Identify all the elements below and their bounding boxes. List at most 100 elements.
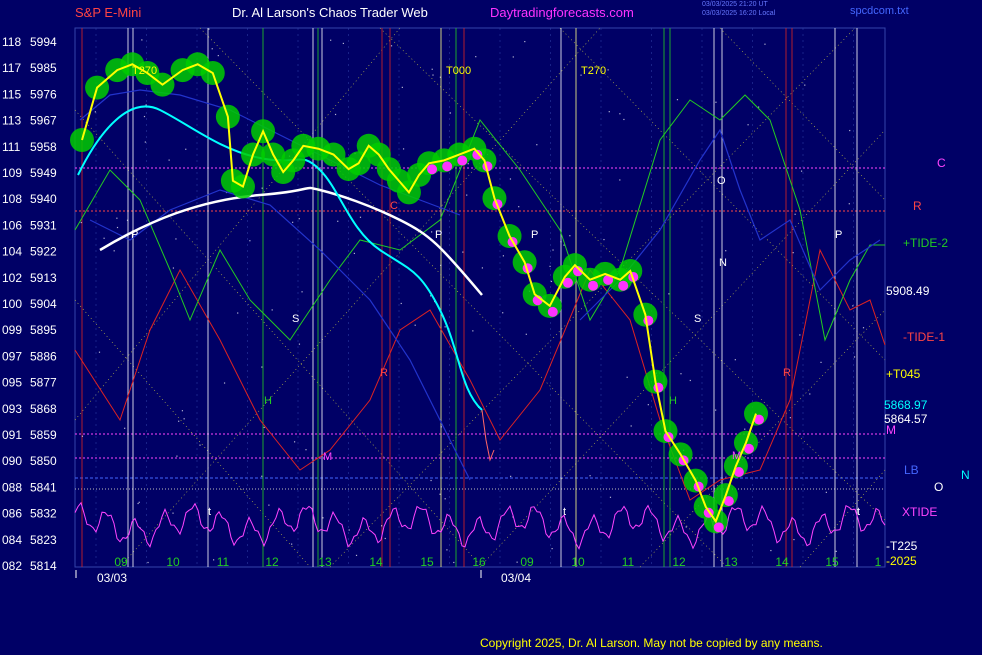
x-hour-tick-label: 12 bbox=[265, 555, 279, 569]
star-dot bbox=[359, 216, 362, 218]
cycle-marker-label: P bbox=[835, 229, 842, 241]
cycle-marker-label: t bbox=[857, 506, 860, 518]
star-dot bbox=[809, 393, 811, 395]
star-dot bbox=[668, 293, 670, 295]
star-dot bbox=[453, 561, 455, 564]
star-dot bbox=[176, 455, 178, 457]
star-dot bbox=[81, 435, 84, 437]
star-dot bbox=[481, 267, 484, 269]
star-dot bbox=[183, 418, 185, 420]
star-dot bbox=[560, 241, 562, 243]
x-hour-tick-label: 10 bbox=[571, 555, 585, 569]
star-dot bbox=[263, 426, 265, 429]
star-dot bbox=[630, 425, 632, 427]
y-price-tick-label: 5850 bbox=[30, 454, 57, 468]
star-dot bbox=[792, 252, 794, 254]
star-dot bbox=[291, 543, 293, 545]
star-dot bbox=[525, 333, 527, 335]
star-dot bbox=[467, 163, 469, 165]
star-dot bbox=[137, 502, 139, 505]
cycle-marker-label: T270 bbox=[581, 65, 606, 77]
y-price-tick-label: 5922 bbox=[30, 245, 57, 259]
star-dot bbox=[334, 113, 337, 116]
star-dot bbox=[552, 249, 554, 251]
star-dot bbox=[744, 428, 746, 430]
y-price-tick-label: 5895 bbox=[30, 323, 57, 337]
y-price-tick-label: 5994 bbox=[30, 35, 57, 49]
star-dot bbox=[98, 351, 101, 353]
y-index-tick-label: 082 bbox=[2, 559, 22, 573]
star-dot bbox=[237, 312, 239, 314]
x-date-label: 03/04 bbox=[501, 571, 531, 585]
y-index-tick-label: 099 bbox=[2, 323, 22, 337]
star-dot bbox=[175, 238, 177, 240]
x-hour-tick-label: 15 bbox=[825, 555, 839, 569]
star-dot bbox=[446, 549, 448, 551]
cycle-marker-label: t bbox=[208, 506, 211, 518]
star-dot bbox=[848, 203, 850, 205]
star-dot bbox=[516, 561, 518, 563]
star-dot bbox=[549, 265, 551, 267]
right-level-label: R bbox=[913, 199, 922, 213]
magenta-dot bbox=[427, 164, 438, 175]
star-dot bbox=[569, 235, 571, 237]
star-dot bbox=[536, 144, 538, 146]
lattice-line bbox=[74, 27, 401, 421]
y-price-tick-label: 5877 bbox=[30, 376, 57, 390]
star-dot bbox=[619, 113, 621, 115]
star-dot bbox=[770, 549, 772, 552]
y-index-tick-label: 086 bbox=[2, 507, 22, 521]
star-dot bbox=[355, 554, 358, 557]
star-dot bbox=[94, 111, 96, 113]
star-dot bbox=[607, 69, 609, 71]
star-dot bbox=[799, 334, 801, 336]
star-dot bbox=[217, 54, 219, 57]
star-dot bbox=[126, 219, 129, 221]
y-price-tick-label: 5814 bbox=[30, 559, 57, 573]
y-price-tick-label: 5976 bbox=[30, 87, 57, 101]
star-dot bbox=[268, 504, 270, 506]
star-dot bbox=[261, 187, 263, 189]
star-dot bbox=[852, 305, 854, 307]
y-price-tick-label: 5868 bbox=[30, 402, 57, 416]
star-dot bbox=[512, 56, 514, 58]
y-index-tick-label: 115 bbox=[2, 87, 21, 101]
star-dot bbox=[199, 444, 201, 446]
y-index-tick-label: 093 bbox=[2, 402, 22, 416]
star-dot bbox=[825, 491, 827, 493]
star-dot bbox=[589, 475, 591, 477]
cycle-marker-label: P bbox=[435, 229, 442, 241]
site-link[interactable]: Daytradingforecasts.com bbox=[490, 5, 634, 20]
star-dot bbox=[298, 218, 300, 220]
magenta-dot bbox=[442, 161, 453, 172]
y-index-tick-label: 108 bbox=[2, 192, 22, 206]
star-dot bbox=[337, 220, 339, 222]
x-hour-tick-label: 11 bbox=[217, 555, 230, 569]
timestamp-local: 03/03/2025 16:20 Local bbox=[702, 10, 776, 17]
star-dot bbox=[647, 404, 649, 406]
star-dot bbox=[794, 213, 796, 215]
star-dot bbox=[172, 267, 175, 269]
star-dot bbox=[440, 264, 442, 266]
cycle-marker-label: R bbox=[380, 367, 388, 379]
star-dot bbox=[608, 111, 610, 113]
y-price-tick-label: 5949 bbox=[30, 166, 57, 180]
star-dot bbox=[835, 550, 837, 552]
star-dot bbox=[138, 501, 140, 503]
star-dot bbox=[208, 28, 210, 30]
right-level-label: -2025 bbox=[886, 554, 917, 568]
y-index-tick-label: 100 bbox=[2, 297, 22, 311]
star-dot bbox=[853, 356, 856, 358]
x-hour-tick-label: 15 bbox=[420, 555, 434, 569]
star-dot bbox=[432, 74, 434, 76]
star-dot bbox=[342, 42, 344, 45]
star-dot bbox=[764, 43, 766, 45]
price-line bbox=[81, 63, 757, 524]
star-dot bbox=[402, 148, 405, 150]
star-dot bbox=[213, 559, 215, 561]
star-dot bbox=[145, 104, 147, 106]
star-dot bbox=[444, 326, 446, 328]
star-dot bbox=[439, 493, 441, 495]
star-dot bbox=[475, 56, 477, 58]
y-index-tick-label: 097 bbox=[2, 349, 22, 363]
